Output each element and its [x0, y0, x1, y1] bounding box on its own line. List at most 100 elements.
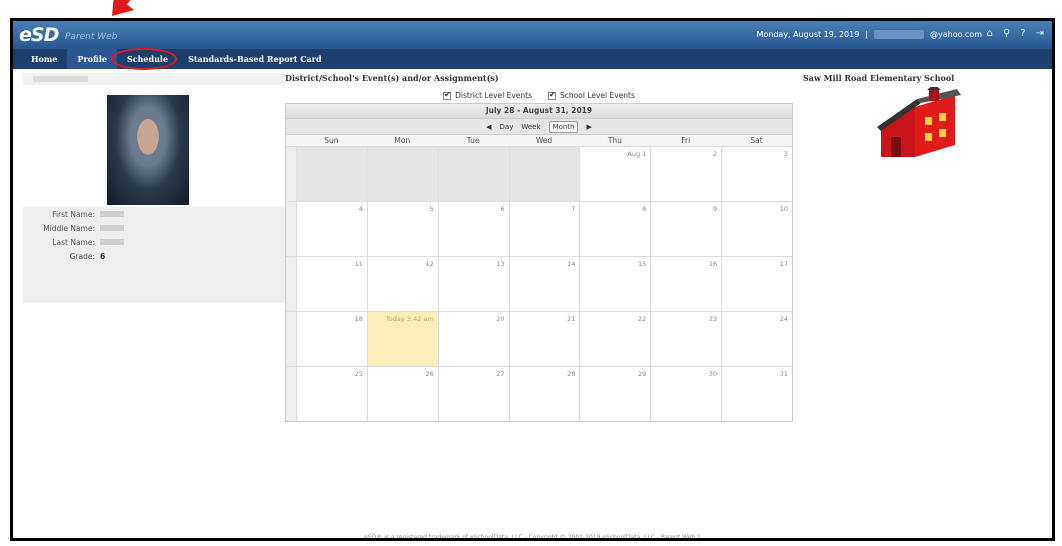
middle-name-label: Middle Name:: [43, 223, 95, 233]
calendar-day[interactable]: 17: [721, 257, 792, 311]
calendar-day[interactable]: 30: [650, 367, 721, 421]
week-number-cell: [286, 367, 296, 421]
calendar-day[interactable]: 7: [508, 202, 580, 256]
calendar-day[interactable]: 9: [650, 202, 721, 256]
calendar-day[interactable]: 10: [721, 202, 792, 256]
days-of-week: Sun Mon Tue Wed Thu Fri Sat: [286, 134, 792, 146]
week-number-cell: [286, 257, 296, 311]
calendar-day[interactable]: [437, 147, 509, 201]
calendar-day[interactable]: 25: [296, 367, 367, 421]
tab-profile[interactable]: Profile: [67, 49, 117, 69]
tab-report-card[interactable]: Standards-Based Report Card: [178, 49, 332, 69]
calendar-day[interactable]: 3: [721, 147, 792, 201]
calendar-day[interactable]: 26: [366, 367, 438, 421]
day-number: 8: [642, 205, 647, 213]
prev-arrow-icon[interactable]: ◀: [486, 123, 491, 131]
view-switcher: ◀ Day Week Month ▶: [286, 118, 792, 134]
school-filter-label: School Level Events: [560, 90, 635, 100]
calendar-day[interactable]: 20: [437, 312, 509, 366]
calendar-day[interactable]: 8: [579, 202, 650, 256]
calendar-day[interactable]: 15: [579, 257, 650, 311]
calendar-day[interactable]: 11: [296, 257, 367, 311]
calendar-day[interactable]: 22: [579, 312, 650, 366]
school-name: Saw Mill Road Elementary School: [803, 73, 955, 83]
dow-fri: Fri: [681, 136, 691, 145]
grade-row: Grade: 6: [23, 249, 285, 263]
calendar-day[interactable]: 2: [650, 147, 721, 201]
calendar-week: 25 26 27 28 29 30 31: [286, 366, 792, 421]
calendar-day[interactable]: 16: [650, 257, 721, 311]
calendar-day[interactable]: 6: [437, 202, 509, 256]
tab-home[interactable]: Home: [21, 49, 67, 69]
annotation-arrow-icon: [112, 0, 134, 16]
district-checkbox[interactable]: [443, 90, 452, 100]
student-name-redacted: [33, 76, 88, 82]
calendar-day[interactable]: [508, 147, 580, 201]
calendar-day-today[interactable]: Today 3:42 am: [366, 312, 438, 366]
calendar-day[interactable]: 23: [650, 312, 721, 366]
calendar-day[interactable]: 31: [721, 367, 792, 421]
day-number: 22: [638, 315, 647, 323]
calendar-day[interactable]: 18: [296, 312, 367, 366]
day-number: 21: [567, 315, 576, 323]
calendar-day[interactable]: Aug 1: [579, 147, 650, 201]
view-day[interactable]: Day: [500, 123, 514, 131]
calendar-day[interactable]: 24: [721, 312, 792, 366]
day-number: Aug 1: [627, 150, 647, 158]
week-number-cell: [286, 202, 296, 256]
calendar-day[interactable]: [296, 147, 367, 201]
event-filters: District Level Events School Level Event…: [285, 87, 793, 103]
calendar-day[interactable]: 4: [296, 202, 367, 256]
calendar: July 28 - August 31, 2019 ◀ Day Week Mon…: [285, 103, 793, 422]
calendar-day[interactable]: 27: [437, 367, 509, 421]
schoolhouse-icon: [877, 87, 961, 157]
day-number: 29: [638, 370, 647, 378]
calendar-day[interactable]: 14: [508, 257, 580, 311]
day-number: 25: [354, 370, 363, 378]
day-number: 30: [708, 370, 718, 378]
next-arrow-icon[interactable]: ▶: [586, 123, 591, 131]
calendar-week: 18 Today 3:42 am 20 21 22 23 24: [286, 311, 792, 366]
calendar-day[interactable]: [366, 147, 438, 201]
calendar-title: District/School's Event(s) and/or Assign…: [285, 73, 499, 83]
dow-sun: Sun: [324, 136, 339, 145]
day-number: 2: [713, 150, 718, 158]
calendar-day[interactable]: 12: [366, 257, 438, 311]
email-redacted: [874, 30, 925, 39]
annotation-circle: [111, 48, 177, 70]
day-number: 4: [358, 205, 363, 213]
school-panel: Saw Mill Road Elementary School: [803, 73, 1043, 157]
week-number-cell: [286, 147, 296, 201]
esd-logo[interactable]: eSD: [19, 24, 59, 46]
home-icon[interactable]: ⌂: [987, 28, 993, 39]
logout-icon[interactable]: ⇥: [1036, 28, 1044, 39]
student-photo: [107, 95, 189, 205]
profile-panel: First Name: Middle Name: Last Name: Grad…: [23, 73, 285, 303]
school-checkbox[interactable]: [548, 90, 557, 100]
browser-frame: eSD Parent Web Monday, August 19, 2019 |…: [10, 18, 1055, 541]
first-name-label: First Name:: [52, 209, 95, 219]
calendar-day[interactable]: 21: [508, 312, 580, 366]
day-number: 28: [567, 370, 576, 378]
day-number: 15: [638, 260, 647, 268]
first-name-row: First Name:: [23, 207, 285, 221]
today-label: Today 3:42 am: [385, 315, 434, 323]
day-number: 12: [425, 260, 434, 268]
day-number: 26: [425, 370, 434, 378]
view-month[interactable]: Month: [548, 120, 579, 133]
first-name-redacted: [100, 211, 124, 217]
district-filter[interactable]: District Level Events: [443, 90, 532, 100]
calendar-day[interactable]: 5: [366, 202, 438, 256]
day-number: 3: [783, 150, 789, 158]
view-week[interactable]: Week: [521, 123, 540, 131]
footer: eSD® is a registered trademark of eSchoo…: [364, 534, 701, 541]
school-filter[interactable]: School Level Events: [548, 90, 635, 100]
user-icon[interactable]: ⚲: [1003, 28, 1010, 39]
day-number: 7: [571, 205, 576, 213]
calendar-day[interactable]: 28: [508, 367, 580, 421]
calendar-day[interactable]: 29: [579, 367, 650, 421]
calendar-day[interactable]: 13: [437, 257, 509, 311]
grade-label: Grade:: [69, 251, 95, 261]
dow-wed: Wed: [535, 136, 553, 145]
help-icon[interactable]: ?: [1020, 28, 1025, 39]
